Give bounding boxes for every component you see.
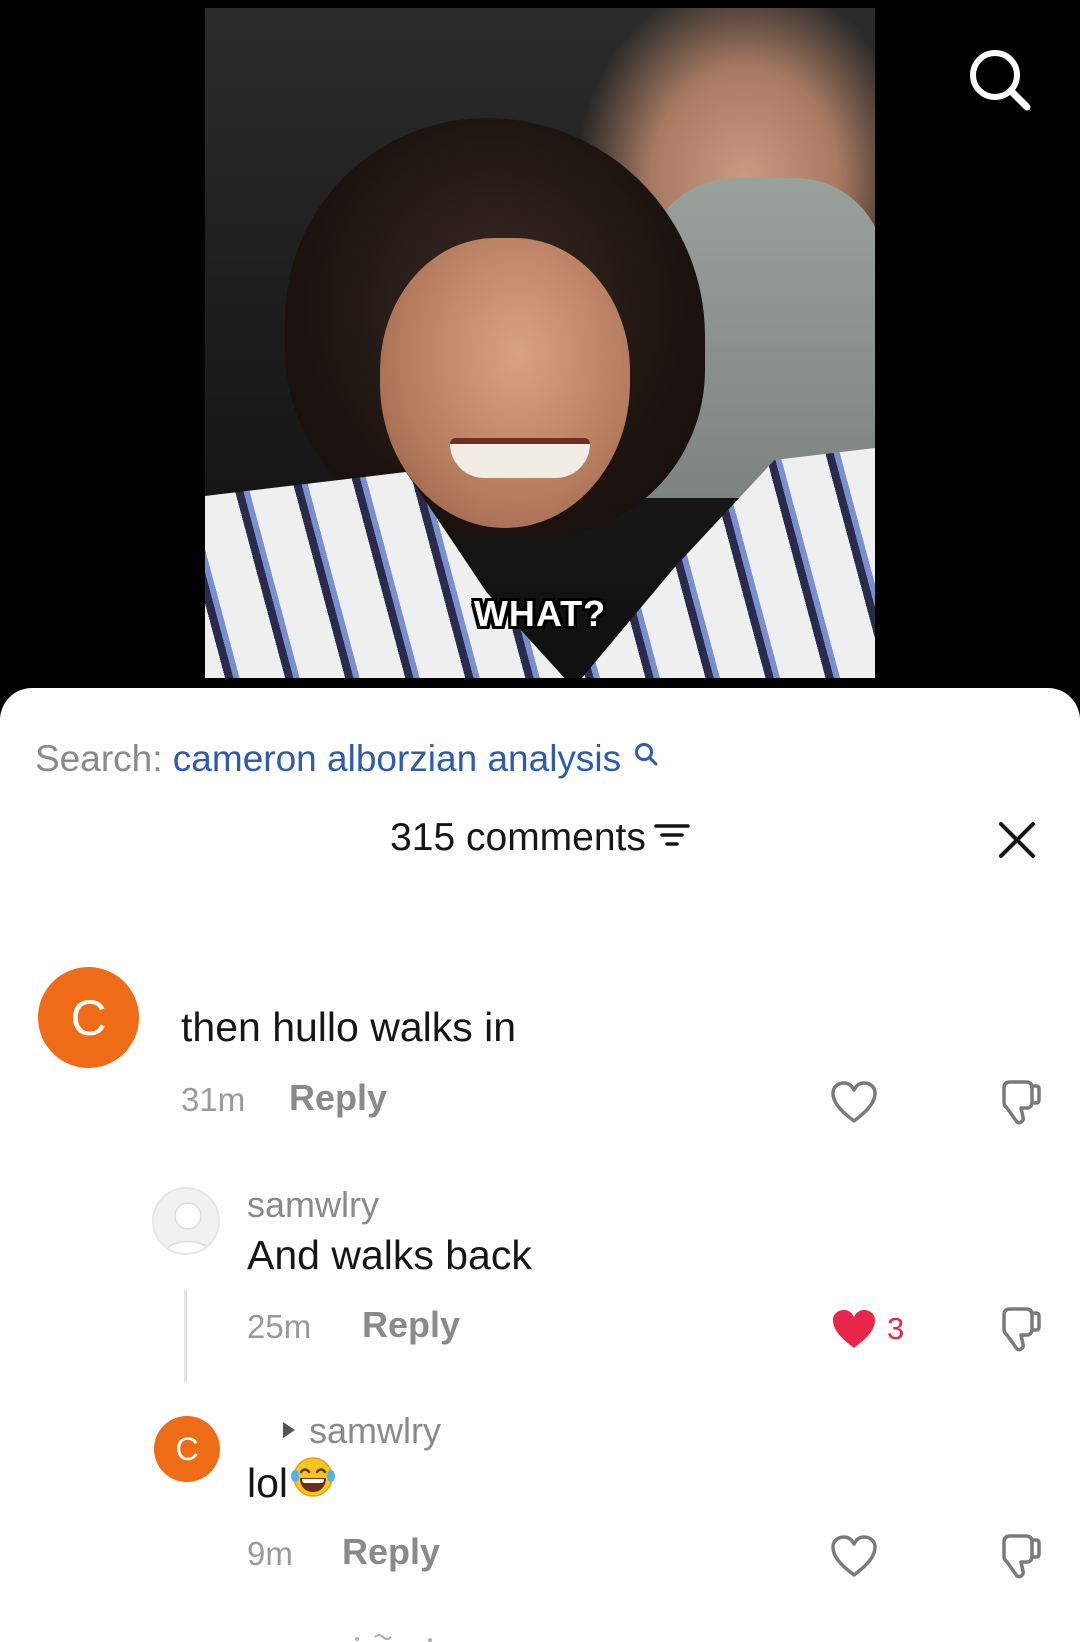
comment-text: lol bbox=[247, 1457, 336, 1512]
comments-count: 315 comments bbox=[390, 816, 646, 859]
reply-button[interactable]: Reply bbox=[342, 1531, 440, 1573]
search-query-link[interactable]: cameron alborzian analysis bbox=[173, 738, 621, 779]
search-button[interactable] bbox=[965, 45, 1035, 115]
reply-to-username: samwlry bbox=[309, 1410, 441, 1451]
thread-line bbox=[184, 1290, 187, 1382]
heart-outline-icon bbox=[831, 1081, 877, 1123]
video-player[interactable]: WHAT? bbox=[0, 0, 1080, 700]
partial-next-item bbox=[345, 1624, 445, 1642]
heart-outline-icon bbox=[831, 1535, 877, 1577]
search-prefix: Search: bbox=[35, 738, 163, 779]
comment-time: 31m bbox=[181, 1081, 246, 1118]
comment-time: 9m bbox=[247, 1535, 293, 1572]
close-icon bbox=[999, 822, 1035, 858]
comments-sheet: Search: cameron alborzian analysis 315 c… bbox=[0, 688, 1080, 1642]
sort-icon[interactable] bbox=[654, 816, 690, 860]
dislike-icon bbox=[1002, 1307, 1041, 1352]
comment-text-body: lol bbox=[247, 1460, 289, 1506]
avatar[interactable]: C bbox=[38, 967, 139, 1068]
dislike-button[interactable] bbox=[992, 1078, 1042, 1131]
dislike-icon bbox=[1002, 1080, 1041, 1125]
close-button[interactable] bbox=[995, 818, 1039, 862]
search-icon bbox=[970, 50, 1031, 111]
reply-button[interactable]: Reply bbox=[362, 1304, 460, 1346]
like-count: 3 bbox=[887, 1311, 905, 1346]
comment-time: 25m bbox=[247, 1308, 312, 1345]
default-avatar-icon bbox=[163, 1202, 213, 1253]
laughing-emoji-icon bbox=[290, 1456, 336, 1508]
avatar[interactable]: C bbox=[154, 1416, 220, 1482]
related-search[interactable]: Search: cameron alborzian analysis bbox=[35, 738, 659, 780]
subject-smile bbox=[450, 438, 590, 478]
dislike-button[interactable] bbox=[992, 1305, 1042, 1358]
comment-username[interactable]: samwlry bbox=[247, 1184, 379, 1226]
subject-face bbox=[380, 238, 630, 528]
magnifier-small-icon bbox=[633, 734, 659, 776]
like-button[interactable] bbox=[830, 1080, 878, 1129]
reply-button[interactable]: Reply bbox=[289, 1077, 387, 1119]
avatar[interactable] bbox=[152, 1187, 220, 1255]
video-caption: WHAT? bbox=[473, 593, 607, 634]
comments-header: 315 comments bbox=[0, 816, 1080, 860]
dislike-button[interactable] bbox=[992, 1532, 1042, 1585]
reply-to[interactable]: samwlry bbox=[283, 1410, 441, 1452]
caret-right-icon bbox=[283, 1422, 295, 1439]
comment-text: then hullo walks in bbox=[181, 1004, 517, 1050]
like-button[interactable] bbox=[830, 1534, 878, 1583]
video-frame[interactable]: WHAT? bbox=[205, 8, 875, 678]
like-button[interactable] bbox=[830, 1307, 878, 1356]
dislike-icon bbox=[1002, 1534, 1041, 1579]
heart-filled-icon bbox=[833, 1310, 875, 1348]
comment-text: And walks back bbox=[247, 1232, 532, 1278]
